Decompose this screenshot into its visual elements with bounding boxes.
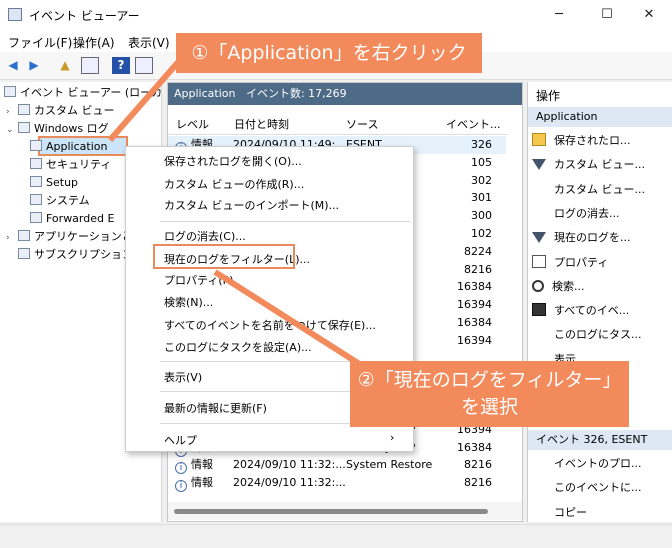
callout-step2-line1: ②「現在のログをフィルター」 [357,369,622,391]
status-bar [0,524,672,548]
callout-step2-line2: を選択 [460,396,518,418]
arrow-step1 [107,58,183,142]
callout-step2: ②「現在のログをフィルター」 を選択 [350,361,629,427]
callout-arrows [107,58,374,375]
arrow-step2 [213,269,374,375]
